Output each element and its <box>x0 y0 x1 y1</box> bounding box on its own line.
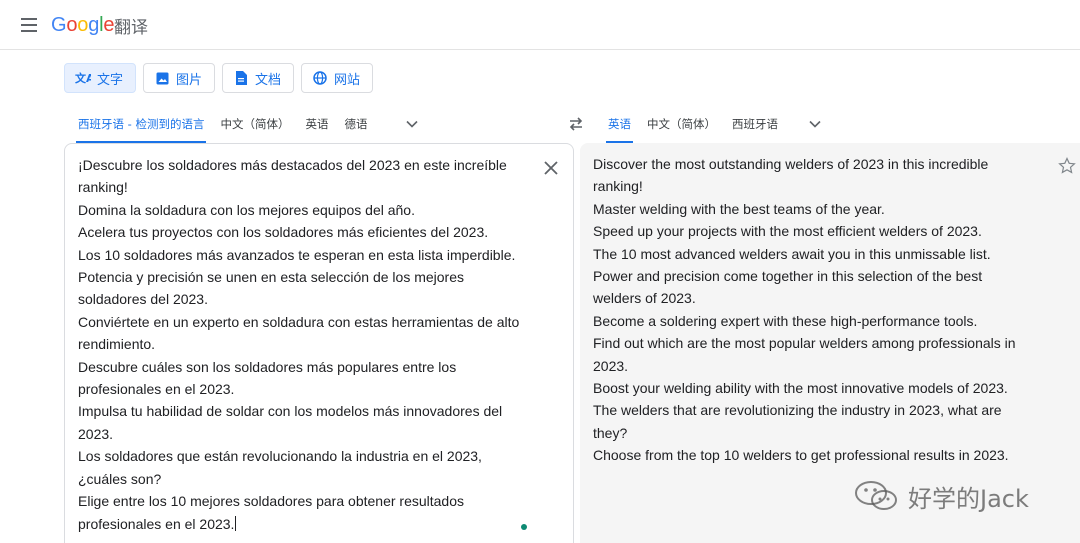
source-line: profesionales en el 2023. <box>78 515 235 532</box>
tab-website[interactable]: 网站 <box>301 63 374 93</box>
source-lang-chinese[interactable]: 中文（简体） <box>220 112 289 136</box>
translation-line: Speed up your projects with the most eff… <box>593 223 982 240</box>
product-name: 翻译 <box>114 18 148 38</box>
translation-line: Boost your welding ability with the most… <box>593 380 1008 397</box>
svg-text:文A: 文A <box>75 71 91 85</box>
chevron-down-icon[interactable] <box>808 117 822 131</box>
translation-line: The 10 most advanced welders await you i… <box>593 245 991 262</box>
source-line: Domina la soldadura con los mejores equi… <box>78 201 415 218</box>
logo-letter: o <box>66 14 78 36</box>
source-line: Los 10 soldadores más avanzados te esper… <box>78 246 516 263</box>
top-bar: Google 翻译 <box>0 0 1080 50</box>
source-text-panel[interactable]: ¡Descubre los soldadores más destacados … <box>64 143 574 543</box>
source-line: profesionales en el 2023. <box>78 381 235 398</box>
source-line: ranking! <box>78 179 128 196</box>
target-language-bar: 英语 中文（简体） 西班牙语 <box>606 112 822 143</box>
translation-line: ranking! <box>593 178 643 195</box>
translation-line: Master welding with the best teams of th… <box>593 200 885 217</box>
source-lang-english[interactable]: 英语 <box>305 112 328 136</box>
swap-languages-icon[interactable] <box>566 116 586 132</box>
source-line: Acelera tus proyectos con los soldadores… <box>78 224 489 241</box>
status-dot <box>521 524 527 530</box>
mode-tabs: 文A 文字 图片 文档 网站 <box>64 63 374 93</box>
source-line: Impulsa tu habilidad de soldar con los m… <box>78 403 503 420</box>
translation-line: Discover the most outstanding welders of… <box>593 156 989 172</box>
close-icon[interactable] <box>541 158 561 178</box>
source-text-input[interactable]: ¡Descubre los soldadores más destacados … <box>78 154 538 535</box>
logo-letter: e <box>103 14 115 36</box>
tab-text-label: 文字 <box>97 72 124 88</box>
tab-website-label: 网站 <box>334 72 361 88</box>
translation-line: Choose from the top 10 welders to get pr… <box>593 447 1009 464</box>
tab-document[interactable]: 文档 <box>222 63 295 93</box>
source-lang-german[interactable]: 德语 <box>344 112 367 136</box>
translate-icon: 文A <box>75 70 91 86</box>
chevron-down-icon[interactable] <box>405 117 419 131</box>
source-line: Elige entre los 10 mejores soldadores pa… <box>78 493 465 510</box>
translation-output-text: Discover the most outstanding welders of… <box>593 153 1043 467</box>
translation-line: The welders that are revolutionizing the… <box>593 402 1002 419</box>
translation-line: Power and precision come together in thi… <box>593 268 983 285</box>
tab-document-label: 文档 <box>255 72 282 88</box>
logo-letter: G <box>51 14 67 36</box>
source-language-bar: 西班牙语 - 检测到的语言 中文（简体） 英语 德语 <box>75 112 419 143</box>
target-lang-chinese[interactable]: 中文（简体） <box>647 112 716 136</box>
document-icon <box>233 70 249 86</box>
logo-letter: g <box>88 14 100 36</box>
source-line: Descubre cuáles son los soldadores más p… <box>78 358 457 375</box>
tab-image[interactable]: 图片 <box>143 63 216 93</box>
source-line: Potencia y precisión se unen en esta sel… <box>78 269 464 286</box>
source-line-last: profesionales en el 2023. <box>78 513 538 535</box>
watermark-text: 好学的Jack <box>908 484 1029 513</box>
source-lang-detected[interactable]: 西班牙语 - 检测到的语言 <box>75 112 207 143</box>
source-line: Conviértete en un experto en soldadura c… <box>78 313 520 330</box>
translation-line: 2023. <box>593 357 629 374</box>
translation-line: they? <box>593 424 628 441</box>
star-icon[interactable] <box>1058 157 1076 175</box>
text-cursor <box>235 515 237 531</box>
tab-text[interactable]: 文A 文字 <box>64 63 137 93</box>
hamburger-menu-icon[interactable] <box>18 14 42 36</box>
google-logo[interactable]: Google <box>51 11 115 39</box>
translation-line: Find out which are the most popular weld… <box>593 335 1016 352</box>
wechat-icon <box>852 478 902 514</box>
watermark: 好学的Jack <box>852 478 1029 514</box>
target-lang-spanish[interactable]: 西班牙语 <box>732 112 778 136</box>
logo-letter: o <box>77 14 89 36</box>
source-line: ¿cuáles son? <box>78 470 162 487</box>
image-icon <box>154 70 170 86</box>
source-line: rendimiento. <box>78 336 156 353</box>
translation-line: welders of 2023. <box>593 290 696 307</box>
target-lang-english[interactable]: 英语 <box>606 112 633 143</box>
translation-line: Become a soldering expert with these hig… <box>593 312 978 329</box>
source-line: ¡Descubre los soldadores más destacados … <box>78 157 507 173</box>
source-line: soldadores del 2023. <box>78 291 208 308</box>
source-line: Los soldadores que están revolucionando … <box>78 448 482 465</box>
globe-icon <box>312 70 328 86</box>
source-line: 2023. <box>78 425 114 442</box>
tab-image-label: 图片 <box>176 72 203 88</box>
